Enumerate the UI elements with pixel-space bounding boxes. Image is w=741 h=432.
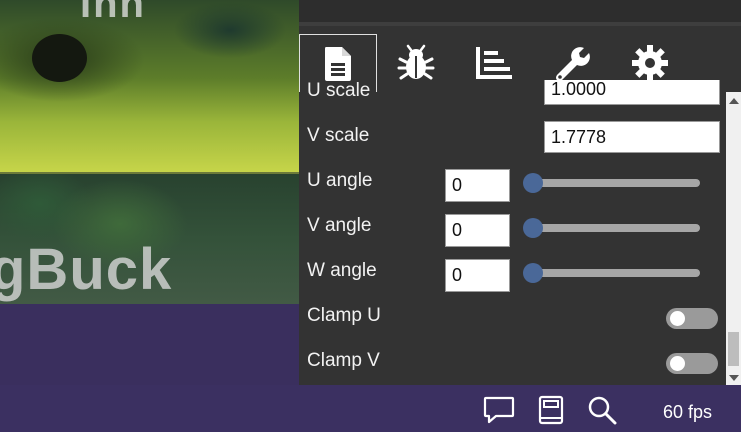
inspector-search-button[interactable]: [585, 395, 619, 425]
inspector-panel: U scale V scale U angle V angle W angle: [299, 0, 741, 385]
row-v-angle: V angle: [299, 205, 727, 250]
docs-button[interactable]: [534, 395, 568, 425]
comment-icon: [483, 396, 515, 424]
u-angle-slider[interactable]: [523, 173, 700, 193]
search-icon: [588, 396, 617, 425]
clamp-u-toggle-knob: [670, 311, 685, 326]
row-v-scale: V scale: [299, 115, 727, 160]
u-angle-slider-thumb[interactable]: [523, 173, 543, 193]
u-angle-input[interactable]: [445, 169, 510, 202]
scroll-down-arrow-icon[interactable]: [729, 375, 739, 381]
w-angle-slider[interactable]: [523, 263, 700, 283]
v-angle-label: V angle: [307, 215, 372, 236]
u-angle-label: U angle: [307, 170, 373, 191]
panel-header: [299, 0, 741, 22]
wrench-icon: [556, 47, 590, 81]
w-angle-label: W angle: [307, 260, 377, 281]
u-scale-input[interactable]: [544, 80, 720, 105]
scene-image-top: [0, 0, 300, 174]
gear-icon: [632, 45, 668, 81]
clamp-v-label: Clamp V: [307, 350, 380, 371]
clamp-v-toggle-knob: [670, 356, 685, 371]
scene-viewport[interactable]: Inn gBuck: [0, 0, 300, 385]
feedback-button[interactable]: [482, 395, 516, 425]
v-angle-slider-thumb[interactable]: [523, 218, 543, 238]
scene-title-bottom: gBuck: [0, 237, 173, 302]
scroll-up-arrow-icon[interactable]: [729, 98, 739, 104]
properties-scrollbar[interactable]: [726, 92, 741, 385]
v-scale-label: V scale: [307, 125, 370, 146]
scene-title-top: Inn: [80, 0, 146, 26]
fps-counter: 60 fps: [663, 402, 713, 422]
properties-list: U scale V scale U angle V angle W angle: [299, 80, 727, 385]
book-icon: [538, 395, 564, 425]
row-clamp-v: Clamp V: [299, 340, 727, 385]
panel-header-divider: [299, 22, 741, 26]
clamp-v-toggle[interactable]: [666, 353, 718, 374]
row-w-angle: W angle: [299, 250, 727, 295]
w-angle-input[interactable]: [445, 259, 510, 292]
clamp-u-label: Clamp U: [307, 305, 381, 326]
w-angle-slider-thumb[interactable]: [523, 263, 543, 283]
clamp-u-toggle[interactable]: [666, 308, 718, 329]
bug-icon: [397, 44, 435, 80]
bottom-bar: 60 fps: [0, 385, 741, 432]
row-u-scale: U scale: [299, 80, 727, 115]
v-angle-slider[interactable]: [523, 218, 700, 238]
v-scale-input[interactable]: [544, 121, 720, 153]
u-scale-label: U scale: [307, 80, 371, 101]
row-u-angle: U angle: [299, 160, 727, 205]
scene-burrow: [32, 34, 87, 82]
document-icon: [325, 46, 351, 81]
v-angle-input[interactable]: [445, 214, 510, 247]
stats-icon: [476, 47, 512, 79]
row-clamp-u: Clamp U: [299, 295, 727, 340]
scrollbar-thumb[interactable]: [728, 332, 739, 366]
